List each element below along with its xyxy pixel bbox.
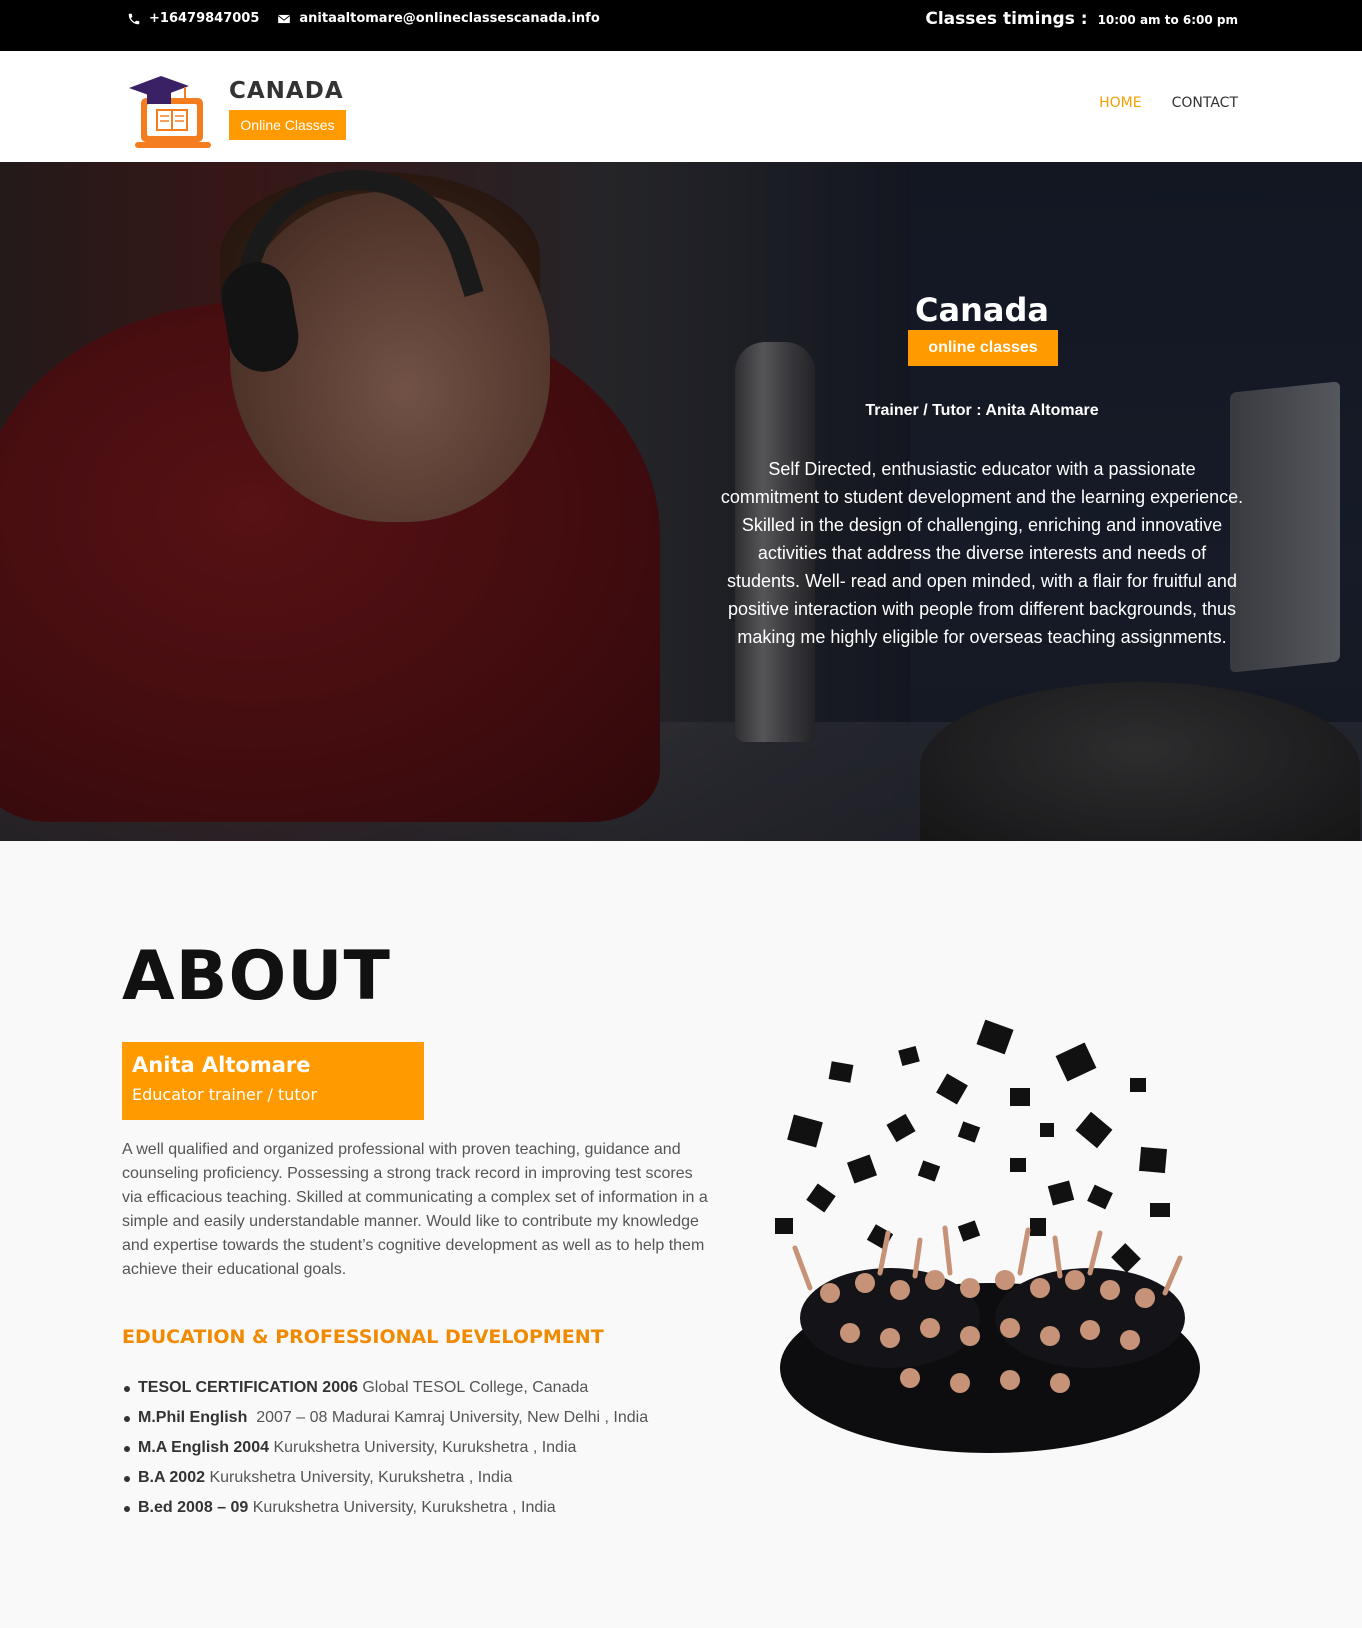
class-timings: Classes timings : 10:00 am to 6:00 pm (925, 9, 1238, 29)
list-item: B.ed 2008 – 09 Kurukshetra University, K… (123, 1496, 648, 1526)
hero-description: Self Directed, enthusiastic educator wit… (720, 459, 1244, 647)
caps (775, 1019, 1170, 1273)
timings-label: Classes timings : (925, 9, 1088, 29)
topbar-contact: +16479847005 anitaaltomare@onlineclasses… (127, 11, 618, 26)
education-detail: Kurukshetra University, Kurukshetra , In… (252, 1499, 556, 1516)
phone-link[interactable]: +16479847005 (127, 11, 259, 26)
brand-name[interactable]: CANADA (229, 78, 344, 104)
list-item: M.A English 2004 Kurukshetra University,… (123, 1436, 648, 1466)
hero-banner: Canada online classes Trainer / Tutor : … (0, 162, 1362, 841)
about-heading: ABOUT (122, 937, 391, 1016)
education-degree: TESOL CERTIFICATION 2006 (138, 1379, 358, 1396)
list-item: M.Phil English 2007 – 08 Madurai Kamraj … (123, 1406, 649, 1436)
education-list: TESOL CERTIFICATION 2006 Global TESOL Co… (123, 1376, 649, 1526)
profile-name: Anita Altomare (132, 1053, 311, 1077)
top-bar: +16479847005 anitaaltomare@onlineclasses… (0, 0, 1362, 51)
hero-badge: online classes (908, 330, 1058, 366)
profile-role: Educator trainer / tutor (132, 1085, 318, 1104)
list-item: TESOL CERTIFICATION 2006 Global TESOL Co… (123, 1376, 648, 1406)
main-nav: HOME CONTACT (1099, 95, 1238, 111)
timings-value: 10:00 am to 6:00 pm (1097, 13, 1238, 27)
education-degree: M.Phil English (138, 1409, 248, 1426)
email-link[interactable]: anitaaltomare@onlineclassescanada.info (277, 11, 600, 26)
brand-tagline: Online Classes (229, 110, 346, 140)
hero-title: Canada (915, 291, 1049, 329)
nav-contact[interactable]: CONTACT (1172, 95, 1238, 111)
education-heading: EDUCATION & PROFESSIONAL DEVELOPMENT (122, 1326, 604, 1348)
hero-trainer: Trainer / Tutor : Anita Altomare (865, 402, 1099, 419)
list-item: B.A 2002 Kurukshetra University, Kuruksh… (123, 1466, 648, 1496)
education-degree: B.A 2002 (138, 1469, 205, 1486)
email-address: anitaaltomare@onlineclassescanada.info (299, 11, 600, 26)
profile-name-box: Anita Altomare Educator trainer / tutor (122, 1042, 424, 1120)
education-detail: 2007 – 08 Madurai Kamraj University, New… (256, 1409, 649, 1426)
education-detail: Global TESOL College, Canada (362, 1379, 589, 1396)
envelope-icon (278, 14, 291, 23)
education-detail: Kurukshetra University, Kurukshetra , In… (209, 1469, 513, 1486)
nav-home[interactable]: HOME (1099, 95, 1141, 111)
education-detail: Kurukshetra University, Kurukshetra , In… (273, 1439, 577, 1456)
education-degree: M.A English 2004 (138, 1439, 269, 1456)
phone-number: +16479847005 (149, 11, 260, 26)
graduation-image (775, 1019, 1200, 1453)
education-degree: B.ed 2008 – 09 (138, 1499, 249, 1516)
about-text: A well qualified and organized professio… (122, 1141, 708, 1278)
logo-laptop-book-icon[interactable] (127, 72, 217, 157)
phone-icon (128, 13, 140, 24)
